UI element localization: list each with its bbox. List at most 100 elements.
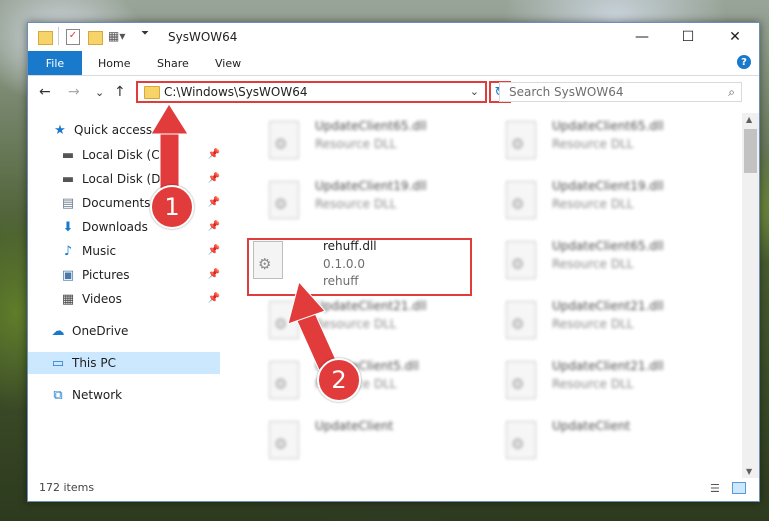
file-name: UpdateClient65.dll: [552, 239, 664, 253]
file-tile[interactable]: ⚙ UpdateClient: [480, 415, 700, 467]
customize-view-icon[interactable]: ▦▾: [108, 29, 125, 45]
chevron-down-icon[interactable]: ⌄: [470, 85, 479, 98]
sidebar-item-label: This PC: [72, 356, 116, 370]
sidebar-item-label: Documents: [82, 196, 151, 210]
pin-icon[interactable]: 📌: [208, 269, 220, 280]
star-icon: ★: [54, 122, 66, 138]
sidebar-item-network[interactable]: ⧉ Network: [28, 384, 220, 406]
dll-file-icon: ⚙: [506, 181, 536, 219]
sidebar-item-quick-access[interactable]: ★ Quick access: [28, 119, 220, 141]
file-name: UpdateClient19.dll: [315, 179, 427, 193]
pin-icon[interactable]: 📌: [208, 293, 220, 304]
sidebar-item-label: Local Disk (C:): [82, 148, 169, 162]
item-count: 172 items: [39, 481, 95, 494]
sidebar-item-local-disk-c[interactable]: ▬ Local Disk (C:) 📌: [28, 144, 220, 166]
tab-view[interactable]: View: [215, 51, 241, 75]
ribbon-tabs: File Home Share View ?: [28, 51, 759, 76]
new-folder-icon[interactable]: [88, 31, 103, 45]
up-button[interactable]: ↑: [114, 84, 126, 100]
this-pc-icon: ▭: [51, 355, 65, 371]
file-tile[interactable]: ⚙ UpdateClient21.dll Resource DLL: [243, 295, 463, 347]
sidebar-item-label: Videos: [82, 292, 122, 306]
file-name: UpdateClient: [552, 419, 631, 433]
sidebar-item-onedrive[interactable]: ☁ OneDrive: [28, 320, 220, 342]
search-placeholder: Search SysWOW64: [509, 85, 624, 99]
minimize-button[interactable]: —: [619, 23, 665, 51]
dll-file-icon: ⚙: [506, 301, 536, 339]
sidebar-item-label: Music: [82, 244, 117, 258]
dll-file-icon: ⚙: [269, 421, 299, 459]
sidebar-item-label: Quick access: [74, 123, 153, 137]
dll-file-icon: ⚙: [506, 361, 536, 399]
pin-icon[interactable]: 📌: [208, 149, 220, 160]
file-explorer-window: ✓ ▦▾ ⏷ SysWOW64 — ☐ ✕ File Home Share Vi…: [27, 22, 760, 502]
status-bar: 172 items ☰: [28, 475, 759, 501]
window-title: SysWOW64: [168, 30, 238, 44]
large-icons-view-icon[interactable]: [732, 482, 746, 494]
sidebar-item-local-disk-d[interactable]: ▬ Local Disk (D:) 📌: [28, 168, 220, 190]
search-icon[interactable]: ⌕: [728, 85, 735, 100]
file-name: UpdateClient65.dll: [315, 119, 427, 133]
scrollbar-thumb[interactable]: [744, 129, 757, 173]
tab-home[interactable]: Home: [98, 51, 130, 75]
navigation-bar: ← → ⌄ ↑ C:\Windows\SysWOW64 ⌄ ↻ Search S…: [28, 78, 759, 108]
step-marker-2: 2: [317, 358, 361, 402]
sidebar-item-pictures[interactable]: ▣ Pictures 📌: [28, 264, 220, 286]
pin-icon[interactable]: 📌: [208, 221, 220, 232]
file-tile[interactable]: ⚙ UpdateClient21.dll Resource DLL: [480, 295, 700, 347]
close-button[interactable]: ✕: [712, 23, 758, 51]
file-name: UpdateClient19.dll: [552, 179, 664, 193]
details-view-icon[interactable]: ☰: [710, 482, 724, 495]
folder-icon: [38, 31, 53, 45]
sidebar-item-label: OneDrive: [72, 324, 129, 338]
dll-file-icon: ⚙: [506, 241, 536, 279]
file-description: Resource DLL: [552, 317, 634, 331]
search-input[interactable]: Search SysWOW64 ⌕: [499, 82, 742, 102]
file-tile[interactable]: ⚙ UpdateClient65.dll Resource DLL: [480, 235, 700, 287]
file-tile[interactable]: ⚙ UpdateClient19.dll Resource DLL: [243, 175, 463, 227]
pin-icon[interactable]: 📌: [208, 173, 220, 184]
file-name: UpdateClient21.dll: [552, 359, 664, 373]
help-icon[interactable]: ?: [737, 55, 751, 69]
sidebar-item-downloads[interactable]: ⬇ Downloads 📌: [28, 216, 220, 238]
address-path: C:\Windows\SysWOW64: [164, 85, 308, 99]
navigation-pane: ★ Quick access ▬ Local Disk (C:) 📌 ▬ Loc…: [28, 113, 220, 463]
sidebar-item-this-pc[interactable]: ▭ This PC: [28, 352, 220, 374]
drive-icon: ▬: [61, 147, 75, 163]
rehuff-highlight-box: [247, 238, 472, 296]
file-description: Resource DLL: [552, 257, 634, 271]
recent-locations-button[interactable]: ⌄: [95, 86, 104, 99]
file-tile[interactable]: ⚙ UpdateClient65.dll Resource DLL: [243, 115, 463, 167]
file-tile[interactable]: ⚙ UpdateClient: [243, 415, 463, 467]
dll-file-icon: ⚙: [269, 181, 299, 219]
file-name: UpdateClient21.dll: [552, 299, 664, 313]
qa-dropdown-icon[interactable]: ⏷: [141, 28, 149, 44]
vertical-scrollbar[interactable]: ▲ ▼: [742, 113, 759, 478]
sidebar-item-label: Local Disk (D:): [82, 172, 170, 186]
properties-icon[interactable]: ✓: [66, 29, 80, 45]
file-tile[interactable]: ⚙ UpdateClient65.dll Resource DLL: [480, 115, 700, 167]
music-icon: ♪: [63, 243, 73, 259]
sidebar-item-music[interactable]: ♪ Music 📌: [28, 240, 220, 262]
pin-icon[interactable]: 📌: [208, 197, 220, 208]
file-name: UpdateClient21.dll: [315, 299, 427, 313]
file-description: Resource DLL: [552, 377, 634, 391]
tab-share[interactable]: Share: [157, 51, 189, 75]
file-tile[interactable]: ⚙ UpdateClient21.dll Resource DLL: [480, 355, 700, 407]
dll-file-icon: ⚙: [269, 301, 299, 339]
sidebar-item-videos[interactable]: ▦ Videos 📌: [28, 288, 220, 310]
file-tile[interactable]: ⚙ UpdateClient19.dll Resource DLL: [480, 175, 700, 227]
network-icon: ⧉: [53, 387, 63, 403]
file-description: Resource DLL: [315, 197, 397, 211]
pin-icon[interactable]: 📌: [208, 245, 220, 256]
sidebar-item-label: Pictures: [82, 268, 130, 282]
address-bar[interactable]: C:\Windows\SysWOW64 ⌄: [136, 81, 487, 103]
scroll-up-icon[interactable]: ▲: [746, 115, 752, 124]
dll-file-icon: ⚙: [269, 121, 299, 159]
forward-button[interactable]: →: [68, 84, 80, 100]
back-button[interactable]: ←: [39, 84, 51, 100]
tab-file[interactable]: File: [28, 51, 82, 75]
downloads-icon: ⬇: [62, 219, 74, 235]
maximize-button[interactable]: ☐: [665, 23, 711, 51]
folder-icon: [144, 86, 160, 99]
